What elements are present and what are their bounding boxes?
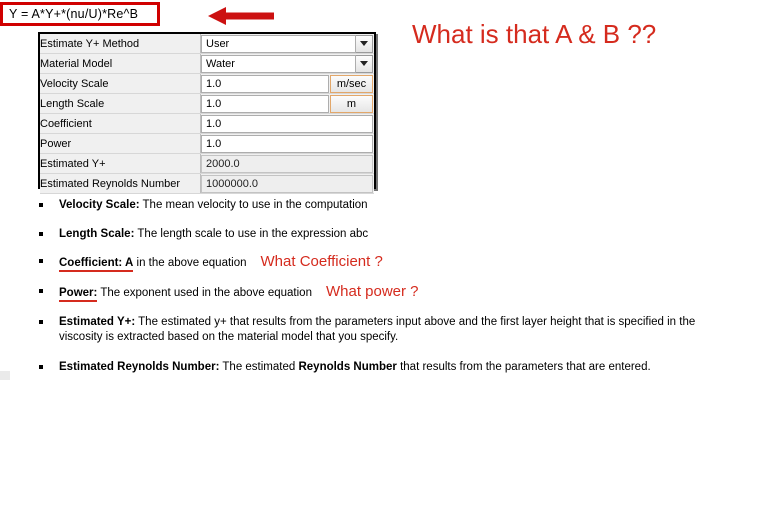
row-label-estimated-reynolds-number: Estimated Reynolds Number — [40, 173, 201, 194]
bullet-desc-reynolds-bold: Reynolds Number — [298, 361, 397, 373]
row-label-estimate-yplus-method: Estimate Y+ Method — [40, 34, 201, 54]
estimate-yplus-method-dropdown-button[interactable] — [356, 34, 373, 53]
coefficient-input[interactable]: 1.0 — [201, 114, 373, 133]
row-label-coefficient: Coefficient — [40, 113, 201, 134]
row-label-length-scale: Length Scale — [40, 93, 201, 114]
coefficient-question-annotation: What Coefficient ? — [260, 253, 383, 270]
bullet-term-coefficient: Coefficient: A — [59, 257, 134, 272]
formula-callout-box: Y = A*Y+*(nu/U)*Re^B — [0, 2, 160, 26]
length-scale-unit-button[interactable]: m — [330, 94, 373, 113]
formula-text: Y = A*Y+*(nu/U)*Re^B — [9, 7, 139, 21]
material-model-dropdown-button[interactable] — [356, 54, 373, 73]
table-row: Velocity Scale 1.0 m/sec — [40, 73, 374, 94]
bullet-icon — [39, 203, 43, 207]
list-item: Estimated Y+: The estimated y+ that resu… — [34, 316, 780, 344]
list-item: Velocity Scale: The mean velocity to use… — [34, 199, 780, 212]
estimated-yplus-value: 2000.0 — [201, 154, 373, 173]
bullet-term-length-scale: Length Scale: — [59, 228, 135, 240]
estimate-yplus-method-value[interactable]: User — [201, 34, 356, 53]
parameter-table: Estimate Y+ Method User Material Model W… — [40, 34, 374, 194]
velocity-scale-unit-button[interactable]: m/sec — [330, 74, 373, 93]
table-row: Coefficient 1.0 — [40, 113, 374, 134]
description-list: Velocity Scale: The mean velocity to use… — [34, 199, 780, 374]
left-arrow-icon — [206, 5, 276, 27]
table-row: Estimated Reynolds Number 1000000.0 — [40, 173, 374, 194]
bullet-desc-estimated-yplus: The estimated y+ that results from the p… — [135, 316, 696, 328]
edge-artifact — [0, 371, 10, 380]
velocity-scale-input[interactable]: 1.0 — [201, 74, 329, 93]
length-scale-input[interactable]: 1.0 — [201, 94, 329, 113]
bullet-desc-coefficient: in the above equation — [133, 257, 247, 269]
bullet-term-reynolds: Estimated Reynolds Number: — [59, 361, 220, 373]
table-row: Estimated Y+ 2000.0 — [40, 153, 374, 174]
table-row: Material Model Water — [40, 53, 374, 74]
bullet-desc-length-scale: The length scale to use in the expressio… — [134, 228, 369, 240]
chevron-down-icon — [360, 41, 368, 46]
chevron-down-icon — [360, 61, 368, 66]
bullet-icon — [39, 320, 43, 324]
bullet-icon — [39, 232, 43, 236]
row-label-power: Power — [40, 133, 201, 154]
list-item: Coefficient: A in the above equation What… — [34, 253, 780, 272]
row-label-material-model: Material Model — [40, 53, 201, 74]
bullet-desc-velocity-scale: The mean velocity to use in the computat… — [139, 199, 368, 211]
table-row: Estimate Y+ Method User — [40, 34, 374, 54]
list-item: Length Scale: The length scale to use in… — [34, 228, 780, 241]
row-label-estimated-yplus: Estimated Y+ — [40, 153, 201, 174]
power-question-annotation: What power ? — [325, 283, 419, 300]
list-item: Power: The exponent used in the above eq… — [34, 283, 780, 302]
bullet-desc-reynolds-b: that results from the parameters that ar… — [396, 361, 651, 373]
bullet-icon — [39, 365, 43, 369]
bullet-desc-reynolds-a: The estimated — [219, 361, 299, 373]
bullet-desc-power: The exponent used in the above equation — [97, 287, 312, 299]
bullet-desc-estimated-yplus-line2: viscosity is extracted based on the mate… — [59, 331, 399, 343]
bullet-icon — [39, 259, 43, 263]
row-label-velocity-scale: Velocity Scale — [40, 73, 201, 94]
table-row: Power 1.0 — [40, 133, 374, 154]
bullet-term-estimated-yplus: Estimated Y+: — [59, 316, 136, 328]
bullet-term-velocity-scale: Velocity Scale: — [59, 199, 140, 211]
parameter-panel: Estimate Y+ Method User Material Model W… — [38, 32, 376, 194]
bullet-icon — [39, 289, 43, 293]
material-model-value[interactable]: Water — [201, 54, 356, 73]
power-input[interactable]: 1.0 — [201, 134, 373, 153]
estimated-reynolds-number-value: 1000000.0 — [201, 174, 373, 193]
bullet-term-power: Power: — [59, 287, 98, 302]
headline-question-annotation: What is that A & B ?? — [412, 19, 657, 49]
table-row: Length Scale 1.0 m — [40, 93, 374, 114]
list-item: Estimated Reynolds Number: The estimated… — [34, 361, 780, 374]
